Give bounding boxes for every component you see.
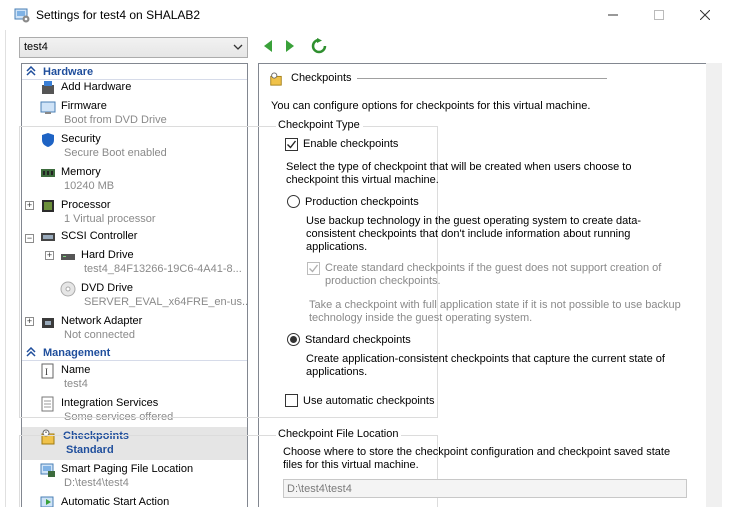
tree-item-label: Add Hardware [61,81,132,93]
title-bar: Settings for test4 on SHALAB2 [0,0,730,30]
checkpoint-file-path-field[interactable]: D:\test4\test4 [283,479,687,498]
tree-item-sublabel: Boot from DVD Drive [64,114,167,126]
file-location-legend: Checkpoint File Location [276,428,402,440]
production-checkpoints-radio[interactable] [287,195,300,208]
firmware-icon [40,101,56,114]
window-left-edge [0,30,6,507]
radio-selected-dot [290,336,297,343]
automatic-checkpoints-checkbox[interactable] [285,394,298,407]
file-location-description: Choose where to store the checkpoint con… [283,446,671,471]
checkpoint-file-path-value: D:\test4\test4 [287,483,352,495]
tree-item-label: Firmware [61,100,107,112]
checkmark-icon [309,264,319,273]
back-arrow-icon[interactable] [262,38,274,54]
vm-selector-dropdown[interactable]: test4 [19,37,248,58]
collapse-chevron-icon [26,66,36,76]
take-full-app-state-text: Take a checkpoint with full application … [309,299,681,324]
close-button[interactable] [682,0,728,30]
maximize-button[interactable] [636,0,682,30]
checkpoint-type-legend: Checkpoint Type [276,119,363,131]
close-icon [700,10,710,20]
standard-checkpoints-label: Standard checkpoints [305,334,411,346]
standard-checkpoints-radio[interactable] [287,333,300,346]
minimize-icon [608,14,618,16]
heading-divider [357,78,607,79]
add-hardware-icon [42,81,54,94]
create-standard-fallback-label: Create standard checkpoints if the guest… [325,262,662,287]
checkpoints-icon [270,72,282,86]
enable-checkpoints-label: Enable checkpoints [303,138,399,150]
panel-intro-text: You can configure options for checkpoint… [271,100,591,112]
vm-selector-value: test4 [24,41,48,53]
automatic-checkpoints-label: Use automatic checkpoints [303,395,435,407]
standard-description: Create application-consistent checkpoint… [306,353,665,378]
forward-arrow-icon[interactable] [284,38,296,54]
panel-heading: Checkpoints [291,72,352,84]
maximize-icon [654,10,664,20]
refresh-icon[interactable] [311,38,327,54]
settings-app-icon [14,8,30,23]
tree-item-add-hardware[interactable]: Add Hardware [22,80,247,97]
production-checkpoints-label: Production checkpoints [305,196,419,208]
create-standard-fallback-checkbox[interactable] [307,262,320,275]
checkmark-icon [287,140,297,149]
hardware-section-label: Hardware [43,66,94,78]
panel-scrollbar[interactable] [706,63,722,507]
hardware-section-header[interactable]: Hardware [22,64,247,80]
enable-checkpoints-checkbox[interactable] [285,138,298,151]
chevron-down-icon [233,44,243,50]
minimize-button[interactable] [590,0,636,30]
window-title: Settings for test4 on SHALAB2 [36,8,201,22]
production-description: Use backup technology in the guest opera… [306,215,642,253]
select-type-text: Select the type of checkpoint that will … [286,161,632,186]
